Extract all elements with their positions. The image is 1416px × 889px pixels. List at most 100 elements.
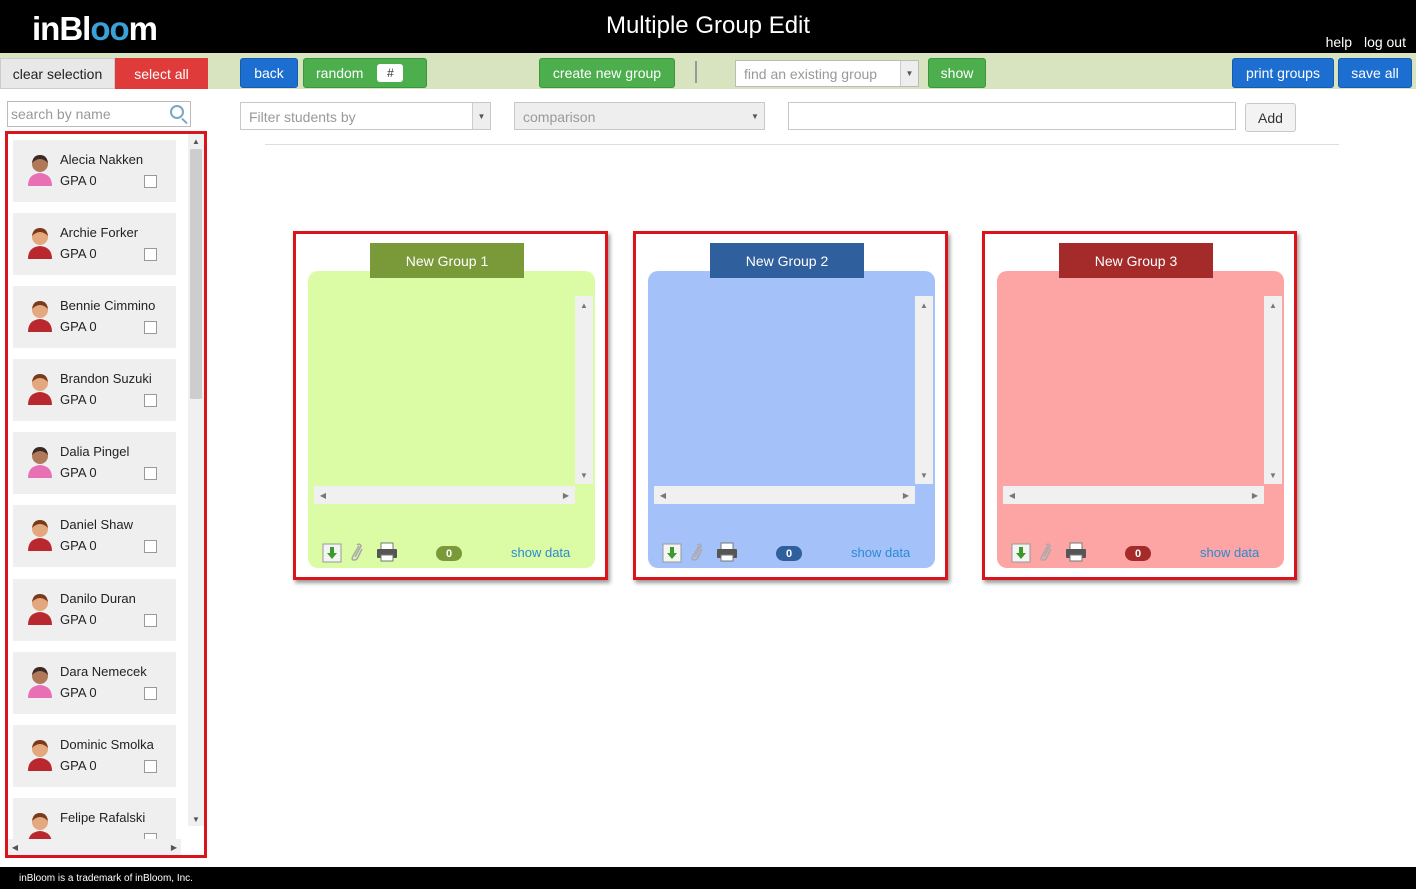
group-student-list[interactable]: ▲ ▼ ◀ ▶ (654, 296, 933, 506)
scroll-right-arrow-icon[interactable]: ▶ (559, 486, 573, 504)
student-list-horizontal-scrollbar[interactable]: ◀ ▶ (8, 839, 181, 855)
group-body[interactable]: ▲ ▼ ◀ ▶ 0 show data (308, 271, 595, 568)
download-icon[interactable] (662, 543, 682, 563)
scroll-right-arrow-icon[interactable]: ▶ (1248, 486, 1262, 504)
scroll-up-arrow-icon[interactable]: ▲ (915, 298, 933, 312)
student-checkbox[interactable] (144, 175, 157, 188)
filter-value-input[interactable] (788, 102, 1236, 130)
student-checkbox[interactable] (144, 540, 157, 553)
help-link[interactable]: help (1326, 34, 1352, 50)
scroll-right-arrow-icon[interactable]: ▶ (899, 486, 913, 504)
scroll-left-arrow-icon[interactable]: ◀ (8, 839, 22, 855)
student-card[interactable]: Archie Forker GPA 0 (13, 213, 176, 275)
student-checkbox[interactable] (144, 248, 157, 261)
clear-selection-button[interactable]: clear selection (0, 58, 115, 89)
scroll-down-arrow-icon[interactable]: ▼ (915, 468, 933, 482)
student-card[interactable]: Dalia Pingel GPA 0 (13, 432, 176, 494)
app-header: inBloom Multiple Group Edit help log out (0, 0, 1416, 53)
group-horizontal-scrollbar[interactable]: ◀ ▶ (1003, 486, 1264, 504)
group-vertical-scrollbar[interactable]: ▲ ▼ (915, 296, 933, 484)
paperclip-icon[interactable] (1037, 542, 1053, 562)
group-card[interactable]: New Group 1 ▲ ▼ ◀ ▶ 0 show data (293, 231, 608, 580)
student-card[interactable]: Dara Nemecek GPA 0 (13, 652, 176, 714)
student-card[interactable]: Brandon Suzuki GPA 0 (13, 359, 176, 421)
toolbar: clear selection select all back random #… (0, 53, 1416, 89)
print-icon[interactable] (376, 542, 398, 562)
print-groups-button[interactable]: print groups (1232, 58, 1334, 88)
scroll-up-arrow-icon[interactable]: ▲ (1264, 298, 1282, 312)
save-all-button[interactable]: save all (1338, 58, 1412, 88)
chevron-down-icon[interactable]: ▼ (472, 103, 490, 129)
print-icon[interactable] (1065, 542, 1087, 562)
student-checkbox[interactable] (144, 321, 157, 334)
student-card[interactable]: Alecia Nakken GPA 0 (13, 140, 176, 202)
group-name-tab[interactable]: New Group 1 (370, 243, 524, 278)
group-card[interactable]: New Group 3 ▲ ▼ ◀ ▶ 0 show data (982, 231, 1297, 580)
scroll-right-arrow-icon[interactable]: ▶ (167, 839, 181, 855)
scroll-down-arrow-icon[interactable]: ▼ (1264, 468, 1282, 482)
logout-link[interactable]: log out (1364, 34, 1406, 50)
select-all-button[interactable]: select all (115, 58, 208, 89)
scroll-up-arrow-icon[interactable]: ▲ (188, 134, 204, 148)
search-input[interactable]: search by name (7, 101, 191, 127)
show-data-link[interactable]: show data (511, 545, 570, 560)
filter-students-placeholder: Filter students by (249, 109, 356, 125)
student-name: Brandon Suzuki (60, 371, 152, 386)
student-checkbox[interactable] (144, 467, 157, 480)
download-icon[interactable] (1011, 543, 1031, 563)
group-horizontal-scrollbar[interactable]: ◀ ▶ (654, 486, 915, 504)
create-new-group-button[interactable]: create new group (539, 58, 675, 88)
print-icon[interactable] (716, 542, 738, 562)
group-body[interactable]: ▲ ▼ ◀ ▶ 0 show data (997, 271, 1284, 568)
group-horizontal-scrollbar[interactable]: ◀ ▶ (314, 486, 575, 504)
group-name-tab[interactable]: New Group 2 (710, 243, 864, 278)
student-avatar-icon (28, 447, 52, 478)
group-vertical-scrollbar[interactable]: ▲ ▼ (1264, 296, 1282, 484)
student-card[interactable]: Danilo Duran GPA 0 (13, 579, 176, 641)
filter-students-select[interactable]: Filter students by ▼ (240, 102, 491, 130)
random-count-input[interactable]: # (377, 64, 404, 82)
paperclip-icon[interactable] (348, 542, 364, 562)
scroll-left-arrow-icon[interactable]: ◀ (316, 486, 330, 504)
show-data-link[interactable]: show data (1200, 545, 1259, 560)
student-checkbox[interactable] (144, 394, 157, 407)
group-student-list[interactable]: ▲ ▼ ◀ ▶ (314, 296, 593, 506)
student-list[interactable]: Felipe Rafalski Dominic Smolka GPA 0 Dara N… (5, 131, 207, 858)
find-existing-group-placeholder: find an existing group (744, 66, 878, 82)
search-icon[interactable] (170, 105, 184, 119)
group-student-list[interactable]: ▲ ▼ ◀ ▶ (1003, 296, 1282, 506)
student-list-vertical-scrollbar[interactable]: ▲ ▼ (188, 134, 204, 826)
group-name-tab[interactable]: New Group 3 (1059, 243, 1213, 278)
random-button[interactable]: random # (303, 58, 427, 88)
group-footer: 0 show data (308, 539, 595, 565)
paperclip-icon[interactable] (688, 542, 704, 562)
download-icon[interactable] (322, 543, 342, 563)
scroll-left-arrow-icon[interactable]: ◀ (1005, 486, 1019, 504)
student-card[interactable]: Daniel Shaw GPA 0 (13, 505, 176, 567)
comparison-select[interactable]: comparison ▼ (514, 102, 765, 130)
scroll-up-arrow-icon[interactable]: ▲ (575, 298, 593, 312)
show-data-link[interactable]: show data (851, 545, 910, 560)
show-button[interactable]: show (928, 58, 986, 88)
chevron-down-icon[interactable]: ▼ (900, 61, 918, 86)
scroll-down-arrow-icon[interactable]: ▼ (188, 812, 204, 826)
back-button[interactable]: back (240, 58, 298, 88)
group-count-badge: 0 (436, 546, 462, 561)
group-card[interactable]: New Group 2 ▲ ▼ ◀ ▶ 0 show data (633, 231, 948, 580)
student-checkbox[interactable] (144, 760, 157, 773)
find-existing-group-select[interactable]: find an existing group ▼ (735, 60, 919, 87)
student-card[interactable]: Bennie Cimmino GPA 0 (13, 286, 176, 348)
student-checkbox[interactable] (144, 687, 157, 700)
scroll-left-arrow-icon[interactable]: ◀ (656, 486, 670, 504)
add-filter-button[interactable]: Add (1245, 103, 1296, 132)
scrollbar-thumb[interactable] (190, 149, 202, 399)
student-avatar-icon (28, 228, 52, 259)
student-card[interactable]: Dominic Smolka GPA 0 (13, 725, 176, 787)
group-body[interactable]: ▲ ▼ ◀ ▶ 0 show data (648, 271, 935, 568)
page-title: Multiple Group Edit (605, 12, 811, 39)
group-vertical-scrollbar[interactable]: ▲ ▼ (575, 296, 593, 484)
scroll-down-arrow-icon[interactable]: ▼ (575, 468, 593, 482)
student-checkbox[interactable] (144, 614, 157, 627)
chevron-down-icon[interactable]: ▼ (746, 103, 764, 129)
student-name: Dara Nemecek (60, 664, 147, 679)
